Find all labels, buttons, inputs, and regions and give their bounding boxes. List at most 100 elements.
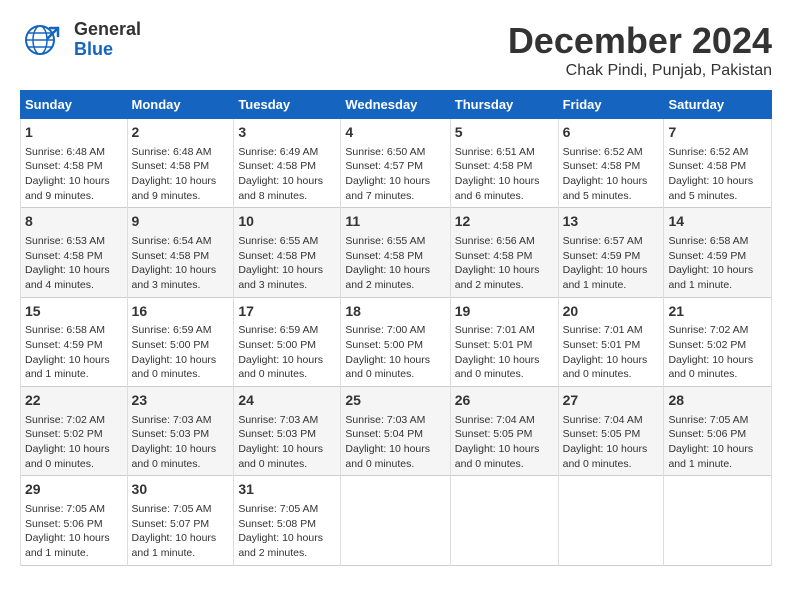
week-row-2: 8Sunrise: 6:53 AMSunset: 4:58 PMDaylight… <box>21 208 772 297</box>
calendar-cell: 30Sunrise: 7:05 AMSunset: 5:07 PMDayligh… <box>127 476 234 565</box>
week-row-1: 1Sunrise: 6:48 AMSunset: 4:58 PMDaylight… <box>21 119 772 208</box>
day-info: Sunrise: 6:59 AMSunset: 5:00 PMDaylight:… <box>132 323 230 382</box>
title-area: December 2024 Chak Pindi, Punjab, Pakist… <box>508 20 772 80</box>
calendar-cell: 16Sunrise: 6:59 AMSunset: 5:00 PMDayligh… <box>127 297 234 386</box>
day-number: 4 <box>345 123 445 143</box>
day-info: Sunrise: 7:00 AMSunset: 5:00 PMDaylight:… <box>345 323 445 382</box>
day-info: Sunrise: 7:05 AMSunset: 5:06 PMDaylight:… <box>668 413 767 472</box>
day-info: Sunrise: 7:05 AMSunset: 5:06 PMDaylight:… <box>25 502 123 561</box>
calendar-cell: 31Sunrise: 7:05 AMSunset: 5:08 PMDayligh… <box>234 476 341 565</box>
day-info: Sunrise: 7:05 AMSunset: 5:08 PMDaylight:… <box>238 502 336 561</box>
day-number: 31 <box>238 480 336 500</box>
calendar-cell: 13Sunrise: 6:57 AMSunset: 4:59 PMDayligh… <box>558 208 664 297</box>
day-number: 8 <box>25 212 123 232</box>
day-info: Sunrise: 6:52 AMSunset: 4:58 PMDaylight:… <box>563 145 660 204</box>
header-day-friday: Friday <box>558 91 664 119</box>
day-info: Sunrise: 6:48 AMSunset: 4:58 PMDaylight:… <box>132 145 230 204</box>
calendar-cell: 4Sunrise: 6:50 AMSunset: 4:57 PMDaylight… <box>341 119 450 208</box>
calendar-cell: 2Sunrise: 6:48 AMSunset: 4:58 PMDaylight… <box>127 119 234 208</box>
calendar-cell: 6Sunrise: 6:52 AMSunset: 4:58 PMDaylight… <box>558 119 664 208</box>
day-info: Sunrise: 7:05 AMSunset: 5:07 PMDaylight:… <box>132 502 230 561</box>
day-info: Sunrise: 7:03 AMSunset: 5:03 PMDaylight:… <box>238 413 336 472</box>
day-info: Sunrise: 6:56 AMSunset: 4:58 PMDaylight:… <box>455 234 554 293</box>
day-info: Sunrise: 7:01 AMSunset: 5:01 PMDaylight:… <box>563 323 660 382</box>
header-day-saturday: Saturday <box>664 91 772 119</box>
calendar-header-row: SundayMondayTuesdayWednesdayThursdayFrid… <box>21 91 772 119</box>
calendar-cell <box>341 476 450 565</box>
day-number: 19 <box>455 302 554 322</box>
day-number: 23 <box>132 391 230 411</box>
calendar-cell: 23Sunrise: 7:03 AMSunset: 5:03 PMDayligh… <box>127 387 234 476</box>
calendar-cell: 27Sunrise: 7:04 AMSunset: 5:05 PMDayligh… <box>558 387 664 476</box>
day-number: 26 <box>455 391 554 411</box>
day-number: 10 <box>238 212 336 232</box>
day-number: 30 <box>132 480 230 500</box>
day-info: Sunrise: 6:57 AMSunset: 4:59 PMDaylight:… <box>563 234 660 293</box>
day-number: 9 <box>132 212 230 232</box>
day-number: 28 <box>668 391 767 411</box>
day-info: Sunrise: 6:53 AMSunset: 4:58 PMDaylight:… <box>25 234 123 293</box>
day-info: Sunrise: 6:58 AMSunset: 4:59 PMDaylight:… <box>668 234 767 293</box>
day-number: 3 <box>238 123 336 143</box>
header-day-tuesday: Tuesday <box>234 91 341 119</box>
header-day-monday: Monday <box>127 91 234 119</box>
logo: General Blue <box>20 20 141 60</box>
day-number: 7 <box>668 123 767 143</box>
day-number: 25 <box>345 391 445 411</box>
header-day-sunday: Sunday <box>21 91 128 119</box>
day-info: Sunrise: 6:48 AMSunset: 4:58 PMDaylight:… <box>25 145 123 204</box>
day-number: 5 <box>455 123 554 143</box>
day-number: 2 <box>132 123 230 143</box>
week-row-5: 29Sunrise: 7:05 AMSunset: 5:06 PMDayligh… <box>21 476 772 565</box>
day-info: Sunrise: 6:54 AMSunset: 4:58 PMDaylight:… <box>132 234 230 293</box>
calendar-cell <box>664 476 772 565</box>
day-info: Sunrise: 6:55 AMSunset: 4:58 PMDaylight:… <box>238 234 336 293</box>
day-number: 29 <box>25 480 123 500</box>
day-number: 1 <box>25 123 123 143</box>
calendar-cell: 5Sunrise: 6:51 AMSunset: 4:58 PMDaylight… <box>450 119 558 208</box>
calendar-cell: 26Sunrise: 7:04 AMSunset: 5:05 PMDayligh… <box>450 387 558 476</box>
calendar-cell: 10Sunrise: 6:55 AMSunset: 4:58 PMDayligh… <box>234 208 341 297</box>
calendar-cell: 1Sunrise: 6:48 AMSunset: 4:58 PMDaylight… <box>21 119 128 208</box>
day-number: 13 <box>563 212 660 232</box>
calendar-cell: 11Sunrise: 6:55 AMSunset: 4:58 PMDayligh… <box>341 208 450 297</box>
day-info: Sunrise: 6:49 AMSunset: 4:58 PMDaylight:… <box>238 145 336 204</box>
calendar-cell: 19Sunrise: 7:01 AMSunset: 5:01 PMDayligh… <box>450 297 558 386</box>
calendar-cell: 8Sunrise: 6:53 AMSunset: 4:58 PMDaylight… <box>21 208 128 297</box>
calendar-cell: 20Sunrise: 7:01 AMSunset: 5:01 PMDayligh… <box>558 297 664 386</box>
calendar-cell: 28Sunrise: 7:05 AMSunset: 5:06 PMDayligh… <box>664 387 772 476</box>
calendar-cell: 12Sunrise: 6:56 AMSunset: 4:58 PMDayligh… <box>450 208 558 297</box>
day-info: Sunrise: 6:58 AMSunset: 4:59 PMDaylight:… <box>25 323 123 382</box>
calendar-cell: 3Sunrise: 6:49 AMSunset: 4:58 PMDaylight… <box>234 119 341 208</box>
header-day-wednesday: Wednesday <box>341 91 450 119</box>
day-number: 22 <box>25 391 123 411</box>
calendar-cell: 9Sunrise: 6:54 AMSunset: 4:58 PMDaylight… <box>127 208 234 297</box>
day-info: Sunrise: 7:03 AMSunset: 5:03 PMDaylight:… <box>132 413 230 472</box>
day-number: 15 <box>25 302 123 322</box>
day-number: 11 <box>345 212 445 232</box>
calendar-cell: 25Sunrise: 7:03 AMSunset: 5:04 PMDayligh… <box>341 387 450 476</box>
calendar-cell: 18Sunrise: 7:00 AMSunset: 5:00 PMDayligh… <box>341 297 450 386</box>
day-info: Sunrise: 7:02 AMSunset: 5:02 PMDaylight:… <box>25 413 123 472</box>
calendar-cell: 7Sunrise: 6:52 AMSunset: 4:58 PMDaylight… <box>664 119 772 208</box>
day-number: 21 <box>668 302 767 322</box>
day-number: 24 <box>238 391 336 411</box>
month-title: December 2024 <box>508 20 772 62</box>
day-info: Sunrise: 6:52 AMSunset: 4:58 PMDaylight:… <box>668 145 767 204</box>
logo-icon <box>20 20 70 60</box>
day-number: 20 <box>563 302 660 322</box>
day-number: 17 <box>238 302 336 322</box>
location-title: Chak Pindi, Punjab, Pakistan <box>508 62 772 80</box>
calendar-table: SundayMondayTuesdayWednesdayThursdayFrid… <box>20 90 772 566</box>
day-info: Sunrise: 6:50 AMSunset: 4:57 PMDaylight:… <box>345 145 445 204</box>
day-info: Sunrise: 6:59 AMSunset: 5:00 PMDaylight:… <box>238 323 336 382</box>
calendar-cell: 22Sunrise: 7:02 AMSunset: 5:02 PMDayligh… <box>21 387 128 476</box>
day-number: 12 <box>455 212 554 232</box>
day-number: 6 <box>563 123 660 143</box>
calendar-cell: 24Sunrise: 7:03 AMSunset: 5:03 PMDayligh… <box>234 387 341 476</box>
header: General Blue December 2024 Chak Pindi, P… <box>20 20 772 80</box>
day-number: 18 <box>345 302 445 322</box>
header-day-thursday: Thursday <box>450 91 558 119</box>
day-number: 27 <box>563 391 660 411</box>
calendar-cell: 21Sunrise: 7:02 AMSunset: 5:02 PMDayligh… <box>664 297 772 386</box>
